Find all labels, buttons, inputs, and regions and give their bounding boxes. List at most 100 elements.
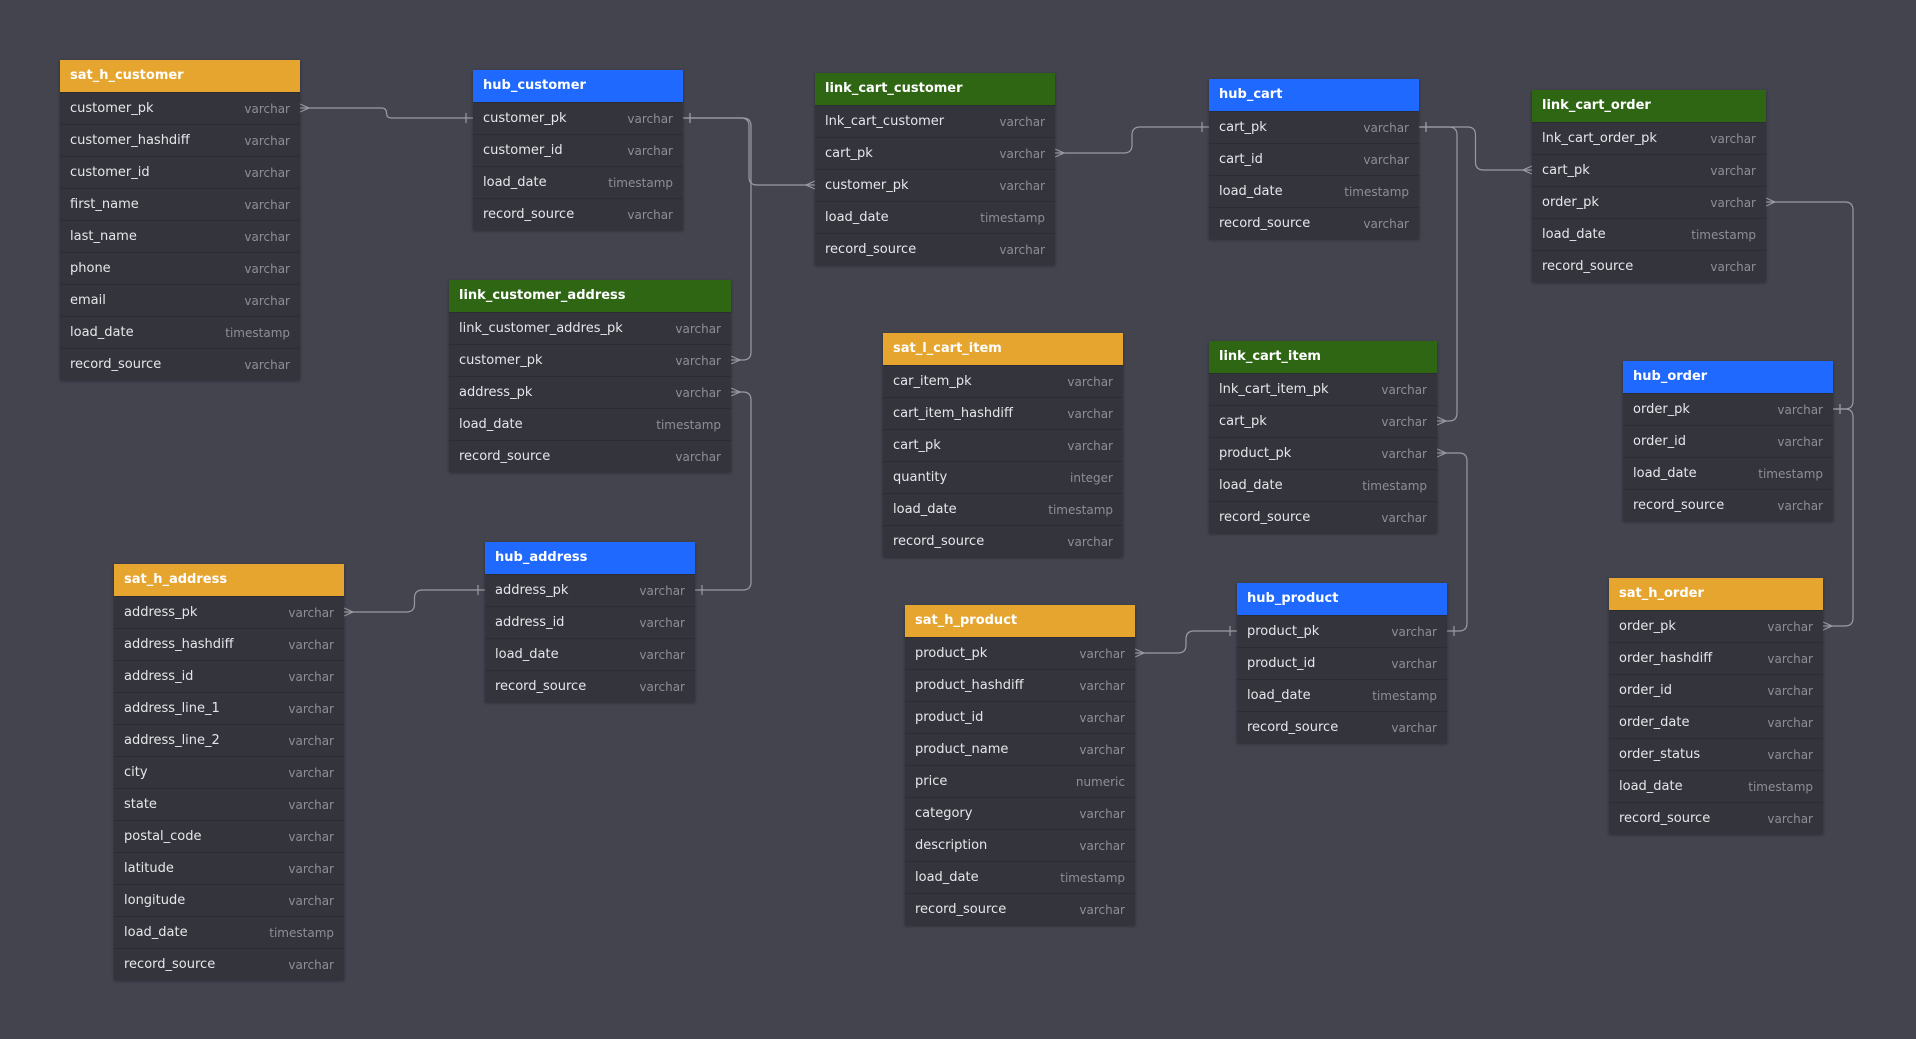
table-title[interactable]: hub_order [1623, 361, 1833, 393]
table-sat-h-customer[interactable]: sat_h_customer customer_pk varchar customer… [60, 60, 300, 380]
column-row[interactable]: cart_id varchar [1209, 143, 1419, 175]
column-row[interactable]: address_pk varchar [449, 376, 731, 408]
table-link-cart-item[interactable]: link_cart_item lnk_cart_item_pk varchar car… [1209, 341, 1437, 533]
column-row[interactable]: product_pk varchar [905, 637, 1135, 669]
column-row[interactable]: order_pk varchar [1609, 610, 1823, 642]
column-row[interactable]: product_pk varchar [1209, 437, 1437, 469]
column-row[interactable]: load_date timestamp [1532, 218, 1766, 250]
column-row[interactable]: load_date timestamp [815, 201, 1055, 233]
column-row[interactable]: record_source varchar [473, 198, 683, 230]
column-row[interactable]: first_name varchar [60, 188, 300, 220]
column-row[interactable]: load_date timestamp [1209, 175, 1419, 207]
column-row[interactable]: address_line_2 varchar [114, 724, 344, 756]
column-row[interactable]: load_date timestamp [1623, 457, 1833, 489]
column-row[interactable]: address_line_1 varchar [114, 692, 344, 724]
table-sat-h-address[interactable]: sat_h_address address_pk varchar address_ha… [114, 564, 344, 980]
column-row[interactable]: cart_pk varchar [815, 137, 1055, 169]
column-row[interactable]: record_source varchar [449, 440, 731, 472]
table-title[interactable]: link_cart_item [1209, 341, 1437, 373]
column-row[interactable]: order_status varchar [1609, 738, 1823, 770]
column-row[interactable]: cart_item_hashdiff varchar [883, 397, 1123, 429]
column-row[interactable]: record_source varchar [485, 670, 695, 702]
column-row[interactable]: load_date timestamp [449, 408, 731, 440]
table-link-cart-customer[interactable]: link_cart_customer lnk_cart_customer varch… [815, 73, 1055, 265]
column-row[interactable]: record_source varchar [1532, 250, 1766, 282]
column-row[interactable]: state varchar [114, 788, 344, 820]
column-row[interactable]: customer_pk varchar [60, 92, 300, 124]
column-row[interactable]: order_id varchar [1609, 674, 1823, 706]
column-row[interactable]: category varchar [905, 797, 1135, 829]
column-row[interactable]: record_source varchar [815, 233, 1055, 265]
table-title[interactable]: hub_cart [1209, 79, 1419, 111]
table-title[interactable]: link_cart_order [1532, 90, 1766, 122]
column-row[interactable]: order_date varchar [1609, 706, 1823, 738]
column-row[interactable]: quantity integer [883, 461, 1123, 493]
column-row[interactable]: postal_code varchar [114, 820, 344, 852]
column-row[interactable]: customer_hashdiff varchar [60, 124, 300, 156]
column-row[interactable]: email varchar [60, 284, 300, 316]
column-row[interactable]: cart_pk varchar [1532, 154, 1766, 186]
table-title[interactable]: link_cart_customer [815, 73, 1055, 105]
table-title[interactable]: sat_l_cart_item [883, 333, 1123, 365]
table-sat-h-order[interactable]: sat_h_order order_pk varchar order_hashdiff… [1609, 578, 1823, 834]
column-row[interactable]: lnk_cart_customer varchar [815, 105, 1055, 137]
column-row[interactable]: customer_pk varchar [449, 344, 731, 376]
table-title[interactable]: link_customer_address [449, 280, 731, 312]
column-row[interactable]: record_source varchar [60, 348, 300, 380]
column-row[interactable]: product_id varchar [1237, 647, 1447, 679]
column-row[interactable]: load_date varchar [485, 638, 695, 670]
table-hub-customer[interactable]: hub_customer customer_pk varchar customer_i… [473, 70, 683, 230]
table-title[interactable]: sat_h_product [905, 605, 1135, 637]
column-row[interactable]: record_source varchar [1609, 802, 1823, 834]
column-row[interactable]: address_id varchar [485, 606, 695, 638]
column-row[interactable]: product_id varchar [905, 701, 1135, 733]
column-row[interactable]: link_customer_addres_pk varchar [449, 312, 731, 344]
table-sat-l-cart-item[interactable]: sat_l_cart_item car_item_pk varchar cart_it… [883, 333, 1123, 557]
column-row[interactable]: record_source varchar [1623, 489, 1833, 521]
column-row[interactable]: customer_id varchar [473, 134, 683, 166]
column-row[interactable]: customer_pk varchar [815, 169, 1055, 201]
column-row[interactable]: product_hashdiff varchar [905, 669, 1135, 701]
column-row[interactable]: record_source varchar [114, 948, 344, 980]
table-link-customer-address[interactable]: link_customer_address link_customer_addre… [449, 280, 731, 472]
table-link-cart-order[interactable]: link_cart_order lnk_cart_order_pk varchar c… [1532, 90, 1766, 282]
table-title[interactable]: sat_h_order [1609, 578, 1823, 610]
column-row[interactable]: address_pk varchar [485, 574, 695, 606]
column-row[interactable]: order_pk varchar [1532, 186, 1766, 218]
column-row[interactable]: description varchar [905, 829, 1135, 861]
column-row[interactable]: product_name varchar [905, 733, 1135, 765]
table-hub-cart[interactable]: hub_cart cart_pk varchar cart_id varchar load… [1209, 79, 1419, 239]
column-row[interactable]: address_id varchar [114, 660, 344, 692]
column-row[interactable]: price numeric [905, 765, 1135, 797]
column-row[interactable]: record_source varchar [905, 893, 1135, 925]
table-hub-address[interactable]: hub_address address_pk varchar address_id va… [485, 542, 695, 702]
table-title[interactable]: sat_h_customer [60, 60, 300, 92]
column-row[interactable]: order_pk varchar [1623, 393, 1833, 425]
column-row[interactable]: load_date timestamp [1237, 679, 1447, 711]
column-row[interactable]: product_pk varchar [1237, 615, 1447, 647]
table-title[interactable]: hub_customer [473, 70, 683, 102]
column-row[interactable]: longitude varchar [114, 884, 344, 916]
column-row[interactable]: load_date timestamp [114, 916, 344, 948]
column-row[interactable]: lnk_cart_item_pk varchar [1209, 373, 1437, 405]
column-row[interactable]: city varchar [114, 756, 344, 788]
column-row[interactable]: record_source varchar [883, 525, 1123, 557]
column-row[interactable]: cart_pk varchar [1209, 405, 1437, 437]
column-row[interactable]: address_hashdiff varchar [114, 628, 344, 660]
column-row[interactable]: load_date timestamp [60, 316, 300, 348]
column-row[interactable]: load_date timestamp [883, 493, 1123, 525]
column-row[interactable]: load_date timestamp [473, 166, 683, 198]
column-row[interactable]: customer_pk varchar [473, 102, 683, 134]
column-row[interactable]: order_id varchar [1623, 425, 1833, 457]
table-title[interactable]: sat_h_address [114, 564, 344, 596]
column-row[interactable]: record_source varchar [1237, 711, 1447, 743]
column-row[interactable]: last_name varchar [60, 220, 300, 252]
column-row[interactable]: record_source varchar [1209, 207, 1419, 239]
table-title[interactable]: hub_address [485, 542, 695, 574]
table-hub-order[interactable]: hub_order order_pk varchar order_id varchar l… [1623, 361, 1833, 521]
column-row[interactable]: load_date timestamp [1209, 469, 1437, 501]
column-row[interactable]: load_date timestamp [905, 861, 1135, 893]
column-row[interactable]: phone varchar [60, 252, 300, 284]
column-row[interactable]: load_date timestamp [1609, 770, 1823, 802]
column-row[interactable]: latitude varchar [114, 852, 344, 884]
